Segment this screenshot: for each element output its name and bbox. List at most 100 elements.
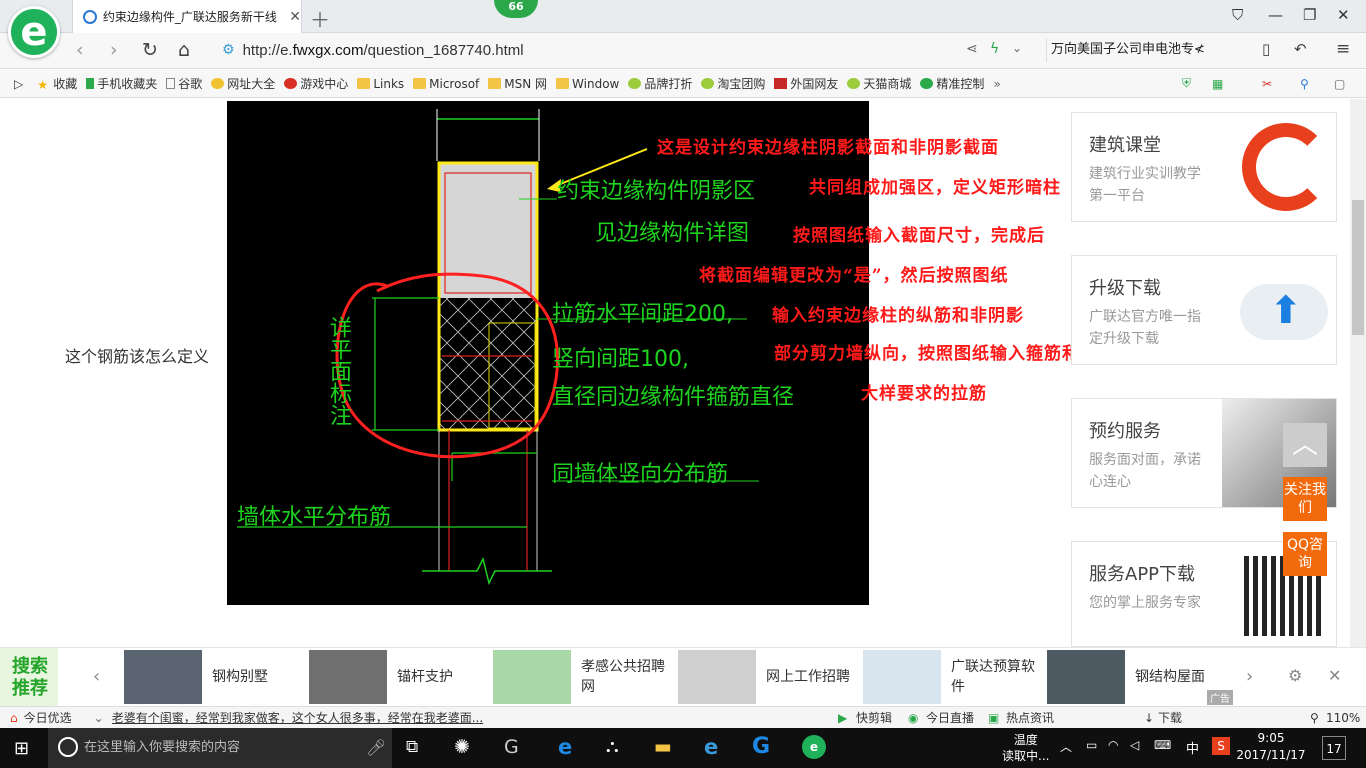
ad-tag: 广告 (1207, 690, 1233, 705)
recommend-item[interactable]: 孝感公共招聘网 (493, 650, 671, 704)
grid-apps-icon[interactable]: ▦ (1212, 77, 1223, 91)
browser-logo-icon[interactable]: e (8, 6, 60, 58)
notification-center-icon[interactable]: 17 (1322, 736, 1346, 760)
scrollbar-thumb[interactable] (1352, 200, 1364, 335)
status-today-picks[interactable]: 今日优选 (24, 709, 72, 726)
taskbar-clock[interactable]: 9:05 2017/11/17 (1236, 730, 1306, 764)
bookmark-item[interactable]: Links (357, 77, 404, 91)
prev-icon[interactable]: ‹ (93, 666, 100, 687)
zoom-level[interactable]: 110% (1326, 711, 1360, 725)
sidebar-toggle-icon[interactable]: ▷ (14, 77, 23, 91)
scissors-icon[interactable]: ✂ (1262, 77, 1272, 91)
recommend-item[interactable]: 锚杆支护 (309, 650, 487, 704)
search-input[interactable]: 万向美国子公司申电池专≮ (1046, 38, 1236, 62)
follow-us-button[interactable]: 关注我们 (1283, 477, 1327, 521)
refresh-icon[interactable]: ↻ (142, 39, 158, 61)
store-icon[interactable]: ⛬ (606, 736, 619, 757)
new-tab-icon[interactable]: ＋ (310, 4, 330, 33)
close-tab-icon[interactable]: ✕ (289, 9, 301, 25)
bookmark-item[interactable]: 游戏中心 (284, 75, 348, 92)
recommend-item[interactable]: 钢构别墅 (124, 650, 302, 704)
bookmark-label: Microsof (429, 76, 480, 91)
microphone-icon[interactable]: 🎤︎ (366, 738, 386, 757)
edge-icon[interactable]: e (558, 735, 572, 759)
page-content: 这个钢筋该怎么定义 约束边缘构件阴影区 见边缘构件详图 拉筋水平间距200, 竖… (0, 99, 1350, 647)
ime-indicator[interactable]: 中 (1186, 738, 1199, 757)
note-text: 这是设计约束边缘柱阴影截面和非阴影截面 (657, 138, 999, 158)
network-icon[interactable]: ▭ (1086, 738, 1097, 752)
recommend-item[interactable]: 广联达预算软件 (863, 650, 1041, 704)
sogou-icon[interactable]: S (1212, 737, 1230, 755)
status-item[interactable]: 热点资讯 (1006, 709, 1054, 726)
bookmark-item[interactable]: MSN 网 (488, 75, 547, 92)
status-item[interactable]: 今日直播 (926, 709, 974, 726)
clock-time: 9:05 (1257, 731, 1285, 745)
expand-icon[interactable]: ▢ (1334, 77, 1345, 91)
glodon-app-icon[interactable]: G (504, 736, 519, 758)
back-to-top-button[interactable]: ︿ (1283, 423, 1327, 467)
bookmark-item[interactable]: 淘宝团购 (701, 75, 765, 92)
volume-icon[interactable]: ◁ (1130, 738, 1139, 752)
phone-icon[interactable]: ▯ (1262, 40, 1270, 58)
shirt-skin-icon[interactable]: ⛉ (1232, 6, 1243, 24)
bookmark-item[interactable]: 天猫商城 (847, 75, 911, 92)
keyboard-icon[interactable]: ⌨ (1154, 738, 1171, 752)
bookmark-item[interactable]: 品牌打折 (628, 75, 692, 92)
bookmark-item[interactable]: 手机收藏夹 (86, 75, 157, 92)
status-item[interactable]: 下载 (1158, 709, 1182, 726)
status-news-link[interactable]: 老婆有个闺蜜，经常到我家做客，这个女人很多事，经常在我老婆面... (112, 709, 492, 726)
close-window-icon[interactable]: ✕ (1337, 6, 1350, 24)
url-field[interactable]: ⚙ http://e.fwxgx.com/question_1687740.ht… (222, 38, 1042, 62)
weather-widget[interactable]: 温度 读取中... (1002, 732, 1049, 764)
bookmark-item[interactable]: Microsof (413, 77, 479, 91)
file-explorer-icon[interactable]: ▬ (654, 736, 672, 758)
360-browser-icon[interactable]: e (802, 735, 826, 759)
more-bookmarks-icon[interactable]: » (993, 77, 1000, 91)
home-icon[interactable]: ⌂ (178, 39, 190, 61)
browser-tab[interactable]: 约束边缘构件_广联达服务新干线 ✕ (72, 0, 302, 33)
speed-badge[interactable]: 66 (494, 0, 538, 18)
glodon-g-icon[interactable]: G (752, 734, 770, 759)
fan-app-icon[interactable]: ✺ (454, 736, 470, 758)
shield-icon[interactable]: ⛨ (1182, 76, 1191, 91)
bookmark-item[interactable]: 谷歌 (166, 75, 202, 92)
taskbar-search-input[interactable]: 在这里输入你要搜索的内容 (48, 728, 392, 768)
forward-icon[interactable]: › (110, 39, 118, 61)
recommend-thumb (309, 650, 387, 704)
undo-icon[interactable]: ↶ (1294, 40, 1307, 58)
wifi-icon[interactable]: ◠ (1108, 738, 1118, 752)
close-icon[interactable]: ✕ (1328, 666, 1341, 685)
maximize-icon[interactable]: ❐ (1303, 6, 1316, 24)
sidebar-card-classroom[interactable]: 建筑课堂 建筑行业实训教学第一平台 (1071, 112, 1337, 222)
recommend-item[interactable]: 网上工作招聘 (678, 650, 856, 704)
card-subtitle: 建筑行业实训教学第一平台 (1089, 166, 1201, 204)
status-item[interactable]: 快剪辑 (856, 709, 892, 726)
bookmark-item[interactable]: ★ 收藏 (37, 75, 77, 92)
back-icon[interactable]: ‹ (76, 39, 84, 61)
sidebar-card-download[interactable]: 升级下载 广联达官方唯一指定升级下载 ⬆ (1071, 255, 1337, 365)
bookmark-label: 天猫商城 (863, 77, 912, 91)
qq-consult-button[interactable]: QQ咨询 (1283, 532, 1327, 576)
note-text: 共同组成加强区，定义矩形暗柱 (809, 178, 1061, 198)
tray-up-icon[interactable]: ︿ (1060, 738, 1072, 755)
menu-icon[interactable]: ≡ (1336, 39, 1350, 59)
settings-gear-icon[interactable]: ⚙ (1288, 666, 1302, 685)
recommend-item[interactable]: 钢结构屋面 (1047, 650, 1225, 704)
minimize-icon[interactable]: — (1268, 6, 1283, 24)
recommend-thumb (678, 650, 756, 704)
cad-label: 见边缘构件详图 (595, 221, 750, 246)
lightning-icon[interactable]: ϟ (990, 41, 999, 57)
search-icon[interactable]: ⚲ (1300, 77, 1309, 91)
chevron-down-icon[interactable]: ⌄ (1012, 41, 1022, 55)
share-icon[interactable]: ⋖ (966, 41, 978, 57)
bookmark-item[interactable]: Window (556, 77, 619, 91)
windows-start-icon[interactable]: ⊞ (14, 738, 29, 759)
bookmark-item[interactable]: 外国网友 (774, 75, 838, 92)
next-icon[interactable]: › (1246, 666, 1253, 687)
scrollbar[interactable] (1350, 99, 1366, 647)
ie-icon[interactable]: e (704, 735, 718, 759)
task-view-icon[interactable]: ⧉ (406, 737, 418, 757)
bookmark-item[interactable]: 精准控制 (920, 75, 984, 92)
bookmark-item[interactable]: 网址大全 (211, 75, 275, 92)
cad-label: 竖向间距100, (552, 347, 689, 372)
